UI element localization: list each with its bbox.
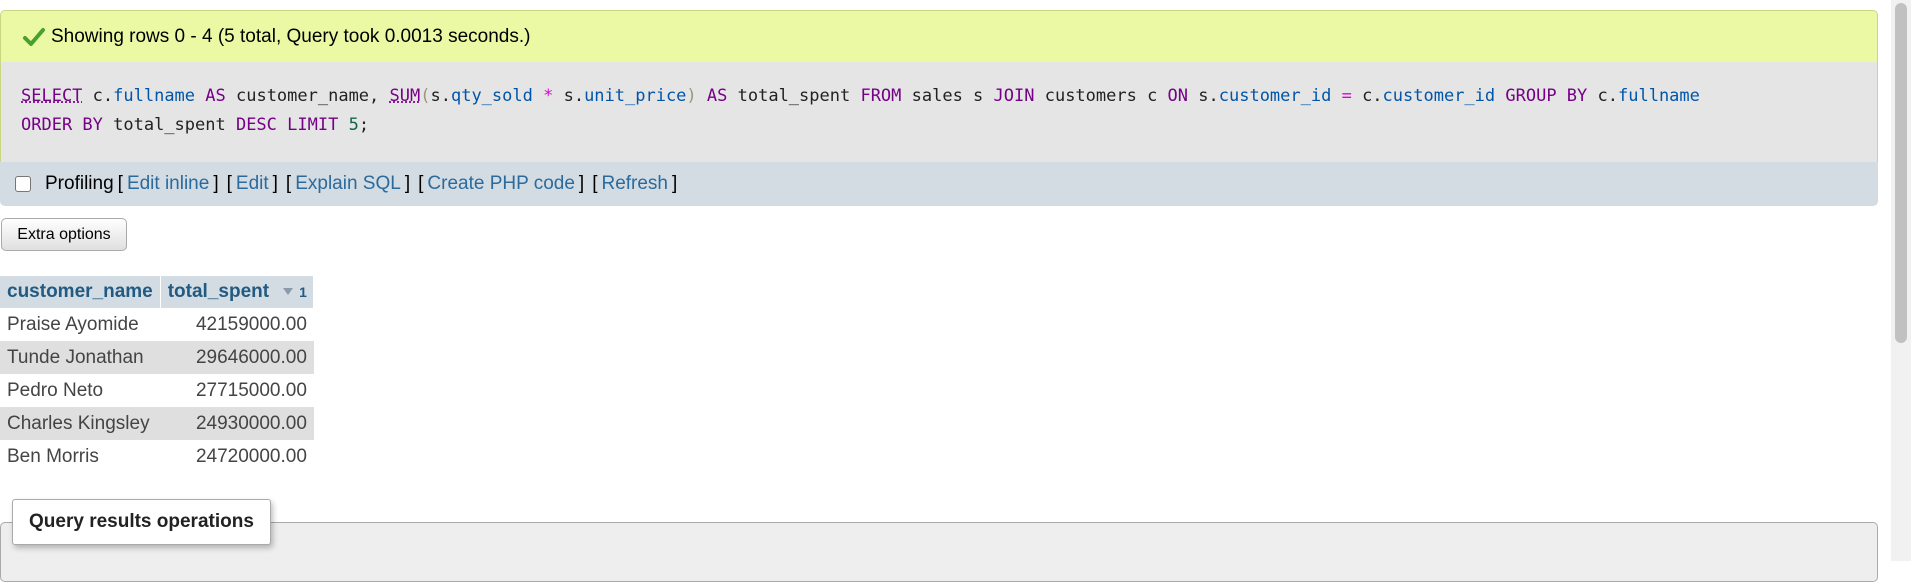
sql-query-display: SELECT c.fullname AS customer_name, SUM(… [0,62,1878,162]
column-header-total-spent[interactable]: total_spent 1 [160,276,314,308]
check-icon [23,27,45,46]
cell-total-spent[interactable]: 24720000.00 [160,440,314,473]
cell-total-spent[interactable]: 24930000.00 [160,407,314,440]
refresh-link[interactable]: Refresh [601,173,668,195]
cell-customer-name[interactable]: Ben Morris [0,440,161,473]
cell-total-spent[interactable]: 29646000.00 [160,341,314,374]
query-results-operations-panel [0,522,1878,582]
table-row: Ben Morris 24720000.00 [0,440,314,473]
success-text: Showing rows 0 - 4 (5 total, Query took … [51,25,531,47]
edit-link[interactable]: Edit [236,173,269,195]
table-row: Charles Kingsley 24930000.00 [0,407,314,440]
sql-keyword[interactable]: SELECT [21,86,82,106]
cell-customer-name[interactable]: Charles Kingsley [0,407,161,440]
success-message: Showing rows 0 - 4 (5 total, Query took … [0,10,1878,62]
edit-inline-link[interactable]: Edit inline [127,173,209,195]
sort-desc-icon [283,288,294,296]
table-row: Pedro Neto 27715000.00 [0,374,314,407]
create-php-code-link[interactable]: Create PHP code [427,173,575,195]
results-table: customer_name total_spent 1 Praise Ayomid… [0,276,314,473]
table-header-row: customer_name total_spent 1 [0,276,314,308]
phpmyadmin-sql-result-page: Showing rows 0 - 4 (5 total, Query took … [0,0,1880,582]
cell-customer-name[interactable]: Pedro Neto [0,374,161,407]
cell-customer-name[interactable]: Praise Ayomide [0,308,161,341]
scrollbar-thumb[interactable] [1895,3,1907,343]
cell-total-spent[interactable]: 27715000.00 [160,374,314,407]
query-toolbar: Profiling [Edit inline] [Edit] [Explain … [0,162,1878,206]
profiling-checkbox[interactable] [15,176,31,192]
table-row: Praise Ayomide 42159000.00 [0,308,314,341]
explain-sql-link[interactable]: Explain SQL [295,173,401,195]
table-row: Tunde Jonathan 29646000.00 [0,341,314,374]
cell-total-spent[interactable]: 42159000.00 [160,308,314,341]
sort-order-badge: 1 [299,284,307,300]
vertical-scrollbar[interactable] [1891,0,1911,561]
cell-customer-name[interactable]: Tunde Jonathan [0,341,161,374]
query-results-operations-legend: Query results operations [12,499,271,545]
sql-function[interactable]: SUM [390,86,421,106]
column-header-customer-name[interactable]: customer_name [0,276,161,308]
profiling-label: Profiling [45,173,114,194]
extra-options-button[interactable]: Extra options [1,218,127,251]
